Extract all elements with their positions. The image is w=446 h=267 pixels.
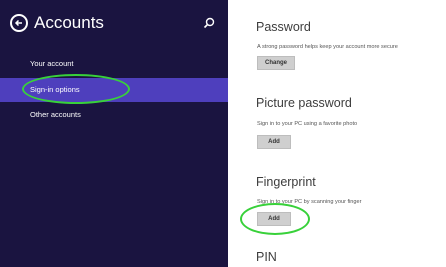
sidebar-item-other-accounts[interactable]: Other accounts	[0, 103, 228, 127]
highlight-ring	[22, 74, 130, 104]
pin-title: PIN	[256, 250, 277, 264]
search-icon	[203, 17, 215, 29]
page-title: Accounts	[34, 13, 104, 32]
sidebar-header: Accounts	[10, 12, 220, 42]
picture-password-add-button[interactable]: Add	[257, 135, 291, 149]
fingerprint-title: Fingerprint	[256, 175, 316, 189]
highlight-ring	[240, 203, 310, 235]
main-panel: Password A strong password helps keep yo…	[228, 0, 446, 267]
password-change-button[interactable]: Change	[257, 56, 295, 70]
password-title: Password	[256, 20, 311, 34]
back-arrow-icon	[14, 19, 22, 27]
password-description: A strong password helps keep your accoun…	[257, 44, 398, 50]
back-button[interactable]	[10, 14, 28, 32]
picture-password-description: Sign in to your PC using a favorite phot…	[257, 121, 358, 127]
sidebar: Accounts Your account Sign-in options Ot…	[0, 0, 228, 267]
sidebar-item-your-account[interactable]: Your account	[0, 52, 228, 76]
search-button[interactable]	[202, 16, 216, 30]
picture-password-title: Picture password	[256, 96, 352, 110]
